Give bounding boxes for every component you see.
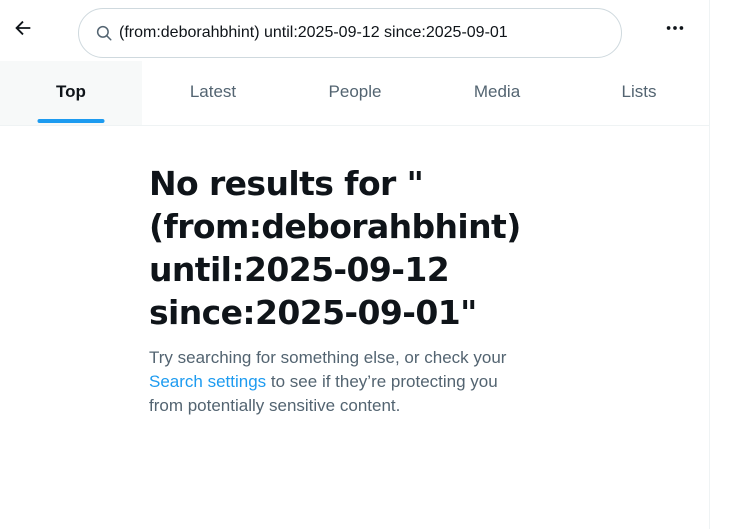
tab-media[interactable]: Media bbox=[426, 61, 568, 125]
empty-state-title: No results for " (from:deborahbhint) unt… bbox=[149, 164, 521, 332]
search-settings-link[interactable]: Search settings bbox=[149, 372, 266, 391]
tab-label: Top bbox=[56, 82, 86, 101]
arrow-left-icon bbox=[12, 17, 34, 44]
back-button[interactable] bbox=[4, 11, 42, 49]
tab-latest[interactable]: Latest bbox=[142, 61, 284, 125]
primary-column: Top Latest People Media Lists No results… bbox=[0, 0, 710, 529]
tab-label: Lists bbox=[621, 82, 657, 101]
empty-state: No results for " (from:deborahbhint) unt… bbox=[149, 162, 569, 418]
tab-label: Media bbox=[473, 82, 521, 101]
active-tab-indicator bbox=[37, 119, 105, 123]
more-horizontal-icon bbox=[664, 17, 686, 44]
search-results-page: Top Latest People Media Lists No results… bbox=[0, 0, 739, 529]
empty-state-line-1: Try searching for something else, or che… bbox=[149, 348, 507, 367]
tab-lists[interactable]: Lists bbox=[568, 61, 710, 125]
search-input[interactable] bbox=[119, 24, 599, 42]
search-header bbox=[0, 0, 710, 61]
search-icon bbox=[94, 23, 114, 43]
tab-label: Latest bbox=[189, 82, 237, 101]
empty-state-line-3: from potentially sensitive content. bbox=[149, 396, 401, 415]
tab-label: People bbox=[328, 82, 382, 101]
more-options-button[interactable] bbox=[656, 11, 694, 49]
empty-state-line-2-text: to see if they’re protecting you bbox=[266, 372, 498, 391]
tab-people[interactable]: People bbox=[284, 61, 426, 125]
empty-state-message: Try searching for something else, or che… bbox=[149, 346, 569, 418]
search-tabs: Top Latest People Media Lists bbox=[0, 61, 710, 126]
empty-state-line-2: Search settings to see if they’re protec… bbox=[149, 370, 569, 394]
search-box[interactable] bbox=[78, 8, 622, 58]
tab-top[interactable]: Top bbox=[0, 61, 142, 125]
